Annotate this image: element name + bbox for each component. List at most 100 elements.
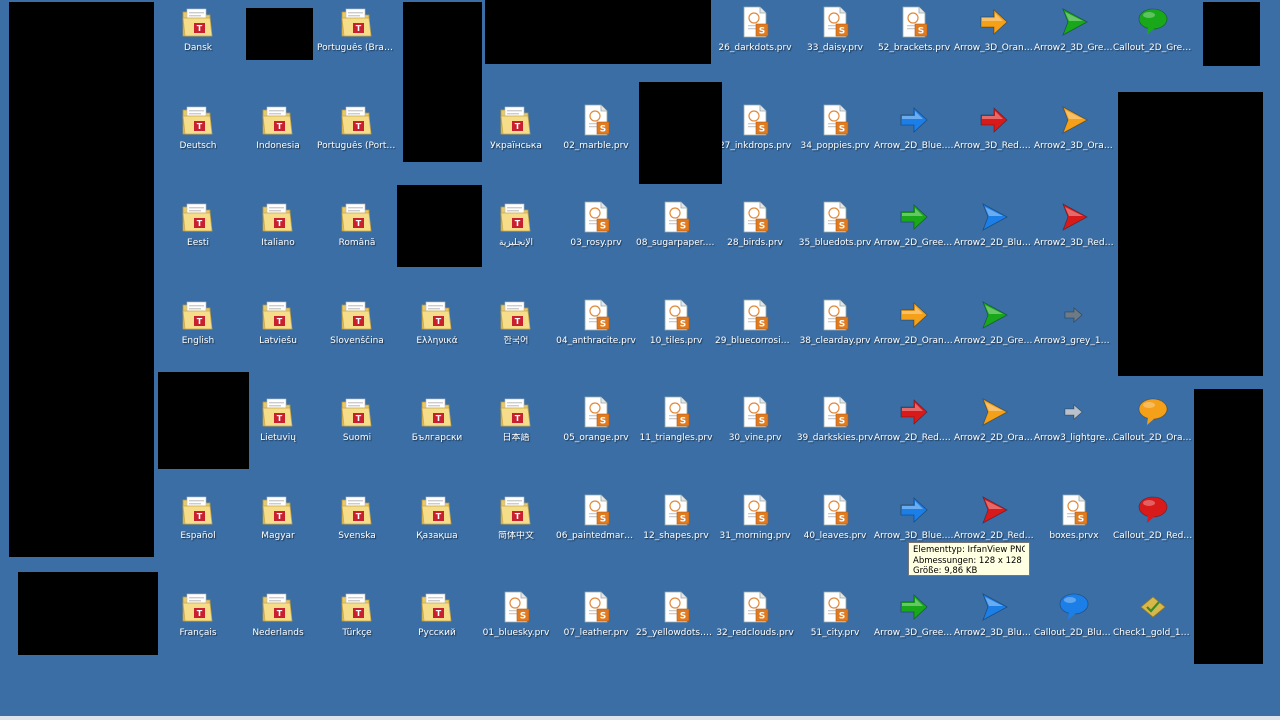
desktop-item[interactable]: T Latviešu	[238, 297, 318, 347]
desktop-item[interactable]: S 39_darkskies.prv	[795, 394, 875, 444]
desktop-item[interactable]: Arrow_3D_Green....	[874, 589, 954, 639]
desktop-item-label: Indonesia	[256, 141, 300, 151]
redacted-region	[397, 185, 482, 267]
desktop-item[interactable]: Callout_2D_Oran....	[1113, 394, 1193, 444]
desktop-item[interactable]: T Magyar	[238, 492, 318, 542]
desktop-item[interactable]: S 02_marble.prv	[556, 102, 636, 152]
desktop-item[interactable]: T Қазақша	[397, 492, 477, 542]
desktop-item[interactable]: Arrow2_2D_Oran....	[954, 394, 1034, 444]
svg-text:S: S	[839, 222, 845, 232]
desktop-item[interactable]: T Ελληνικά	[397, 297, 477, 347]
desktop-item[interactable]: Arrow_2D_Green....	[874, 199, 954, 249]
desktop-item[interactable]: T Deutsch	[158, 102, 238, 152]
prv-file-icon: S	[658, 589, 694, 625]
desktop-item[interactable]: Arrow3_grey_128....	[1034, 297, 1114, 347]
svg-text:S: S	[600, 417, 606, 427]
desktop-item[interactable]: T Lietuvių	[238, 394, 318, 444]
desktop-item[interactable]: T Eesti	[158, 199, 238, 249]
desktop-item[interactable]: Arrow_2D_Orang....	[874, 297, 954, 347]
folder-icon: T	[339, 297, 375, 333]
desktop-item[interactable]: T Suomi	[317, 394, 397, 444]
desktop-item-label: 06_paintedmarble....	[556, 531, 636, 541]
desktop-item[interactable]: S 29_bluecorrosion.prv	[715, 297, 795, 347]
desktop-item[interactable]: S 27_inkdrops.prv	[715, 102, 795, 152]
svg-text:T: T	[277, 317, 283, 326]
desktop-item[interactable]: T 简体中文	[476, 492, 556, 542]
desktop-item[interactable]: S 12_shapes.prv	[636, 492, 716, 542]
desktop-item[interactable]: Arrow_2D_Blue.png	[874, 102, 954, 152]
desktop-item[interactable]: T Русский	[397, 589, 477, 639]
desktop-item[interactable]: T Português (Brasil)	[317, 4, 397, 54]
desktop-item[interactable]: T Nederlands	[238, 589, 318, 639]
arrow-2d-blue-icon	[896, 102, 932, 138]
desktop-item[interactable]: Callout_2D_Red.png	[1113, 492, 1193, 542]
desktop-item-label: Lietuvių	[260, 433, 296, 443]
desktop-item[interactable]: T Português (Portugal)	[317, 102, 397, 152]
desktop-item-label: Arrow2_3D_Gree....	[1034, 43, 1114, 53]
desktop-item[interactable]: S 30_vine.prv	[715, 394, 795, 444]
desktop-item[interactable]: Arrow3_lightgrey_....	[1034, 394, 1114, 444]
desktop-item[interactable]: S 34_poppies.prv	[795, 102, 875, 152]
desktop-item[interactable]: Arrow_3D_Red.png	[954, 102, 1034, 152]
desktop-item[interactable]: T الإنجليزية	[476, 199, 556, 249]
desktop-item[interactable]: S 40_leaves.prv	[795, 492, 875, 542]
redacted-region	[246, 8, 313, 60]
desktop-item[interactable]: T Italiano	[238, 199, 318, 249]
desktop-item[interactable]: Arrow2_3D_Red.png	[1034, 199, 1114, 249]
desktop-item[interactable]: T Български	[397, 394, 477, 444]
desktop-item-label: 01_bluesky.prv	[482, 628, 550, 638]
desktop-item[interactable]: S 10_tiles.prv	[636, 297, 716, 347]
desktop-item[interactable]: Callout_2D_Blue.png	[1034, 589, 1114, 639]
desktop-item[interactable]: S 01_bluesky.prv	[476, 589, 556, 639]
desktop-item[interactable]: S 05_orange.prv	[556, 394, 636, 444]
desktop-item-label: 38_clearday.prv	[799, 336, 871, 346]
desktop-item[interactable]: S 07_leather.prv	[556, 589, 636, 639]
desktop-item[interactable]: S 31_morning.prv	[715, 492, 795, 542]
desktop-item[interactable]: S 35_bluedots.prv	[795, 199, 875, 249]
svg-text:S: S	[839, 320, 845, 330]
desktop-item[interactable]: T Français	[158, 589, 238, 639]
desktop-item[interactable]: Arrow2_2D_Gree....	[954, 297, 1034, 347]
desktop-item[interactable]: T Slovenščina	[317, 297, 397, 347]
desktop-item[interactable]: S 11_triangles.prv	[636, 394, 716, 444]
desktop-item-label: 简体中文	[497, 531, 534, 541]
desktop-item[interactable]: S boxes.prvx	[1034, 492, 1114, 542]
desktop-item[interactable]: S 03_rosy.prv	[556, 199, 636, 249]
desktop-item[interactable]: S 38_clearday.prv	[795, 297, 875, 347]
desktop-item[interactable]: Arrow_3D_Orang....	[954, 4, 1034, 54]
desktop-item[interactable]: S 52_brackets.prv	[874, 4, 954, 54]
desktop-item[interactable]: S 25_yellowdots.prv	[636, 589, 716, 639]
desktop-item-label: Callout_2D_Blue.png	[1034, 628, 1114, 638]
desktop-item[interactable]: S 08_sugarpaper.prv	[636, 199, 716, 249]
desktop-item[interactable]: T Українська	[476, 102, 556, 152]
desktop-item[interactable]: T Română	[317, 199, 397, 249]
desktop-item[interactable]: T Svenska	[317, 492, 397, 542]
desktop-item[interactable]: Arrow2_3D_Gree....	[1034, 4, 1114, 54]
desktop-item[interactable]: S 33_daisy.prv	[795, 4, 875, 54]
desktop-item[interactable]: Arrow_3D_Blue.png	[874, 492, 954, 542]
desktop-item[interactable]: Arrow2_2D_Blue....	[954, 199, 1034, 249]
desktop-item[interactable]: Callout_2D_Gree....	[1113, 4, 1193, 54]
desktop-item[interactable]: S 26_darkdots.prv	[715, 4, 795, 54]
desktop-item[interactable]: T Türkçe	[317, 589, 397, 639]
desktop-item[interactable]: T Indonesia	[238, 102, 318, 152]
svg-text:S: S	[600, 125, 606, 135]
desktop-item[interactable]: Arrow2_3D_Blue....	[954, 589, 1034, 639]
desktop-item-label: Arrow_2D_Orang....	[874, 336, 954, 346]
desktop-item[interactable]: S 04_anthracite.prv	[556, 297, 636, 347]
desktop-item[interactable]: Arrow_2D_Red.png	[874, 394, 954, 444]
desktop-item[interactable]: S 32_redclouds.prv	[715, 589, 795, 639]
desktop-item[interactable]: T 한국어	[476, 297, 556, 347]
redacted-region	[18, 572, 158, 655]
desktop-item[interactable]: T 日本語	[476, 394, 556, 444]
desktop-item[interactable]: T Dansk	[158, 4, 238, 54]
desktop-item[interactable]: S 51_city.prv	[795, 589, 875, 639]
desktop-item[interactable]: T English	[158, 297, 238, 347]
desktop-item[interactable]: Arrow2_2D_Red.png	[954, 492, 1034, 542]
desktop-item[interactable]: S 06_paintedmarble....	[556, 492, 636, 542]
svg-text:S: S	[600, 515, 606, 525]
desktop-item[interactable]: Check1_gold_128....	[1113, 589, 1193, 639]
desktop-item[interactable]: Arrow2_3D_Oran....	[1034, 102, 1114, 152]
desktop-item[interactable]: T Español	[158, 492, 238, 542]
desktop-item[interactable]: S 28_birds.prv	[715, 199, 795, 249]
